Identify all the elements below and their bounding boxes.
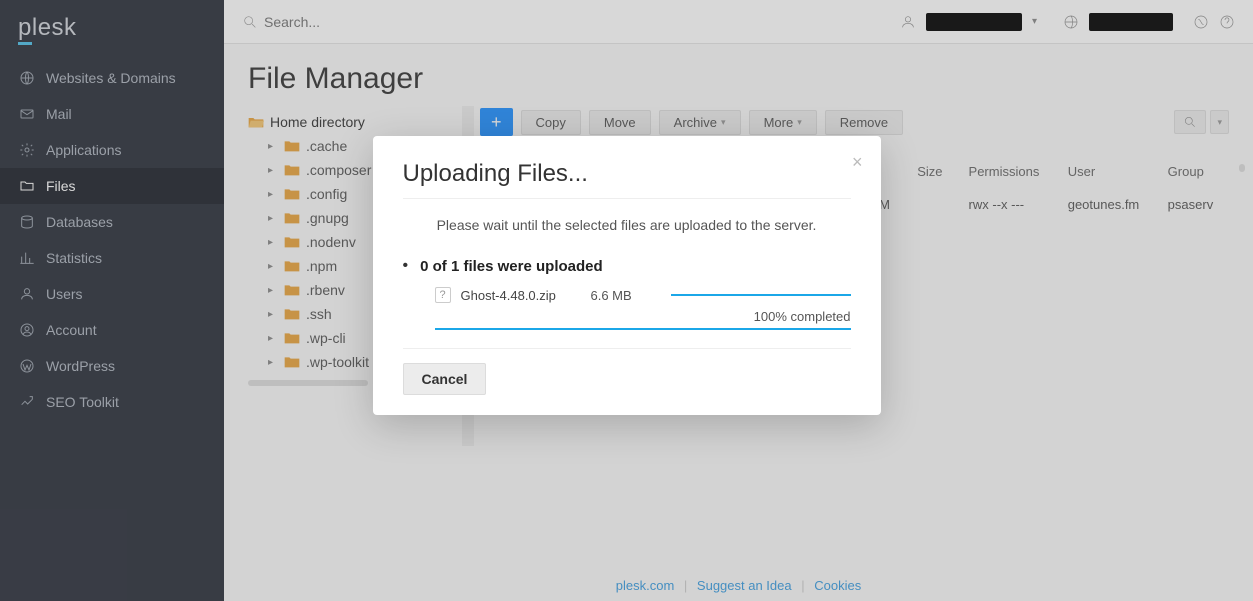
upload-status: 0 of 1 files were uploaded: [420, 258, 603, 275]
upload-file-name: Ghost-4.48.0.zip: [461, 288, 581, 303]
upload-modal: × Uploading Files... Please wait until t…: [373, 136, 881, 415]
cancel-button[interactable]: Cancel: [403, 363, 487, 395]
total-progress-bar: [435, 328, 851, 330]
modal-title: Uploading Files...: [403, 160, 851, 188]
upload-file-size: 6.6 MB: [591, 288, 651, 303]
bullet-icon: •: [403, 257, 409, 275]
upload-file-row: ? Ghost-4.48.0.zip 6.6 MB: [403, 287, 851, 303]
close-icon[interactable]: ×: [852, 152, 863, 173]
upload-percent: 100% completed: [403, 309, 851, 324]
modal-message: Please wait until the selected files are…: [403, 217, 851, 233]
modal-overlay: × Uploading Files... Please wait until t…: [0, 0, 1253, 601]
file-progress-bar: [671, 294, 851, 296]
unknown-file-icon: ?: [435, 287, 451, 303]
